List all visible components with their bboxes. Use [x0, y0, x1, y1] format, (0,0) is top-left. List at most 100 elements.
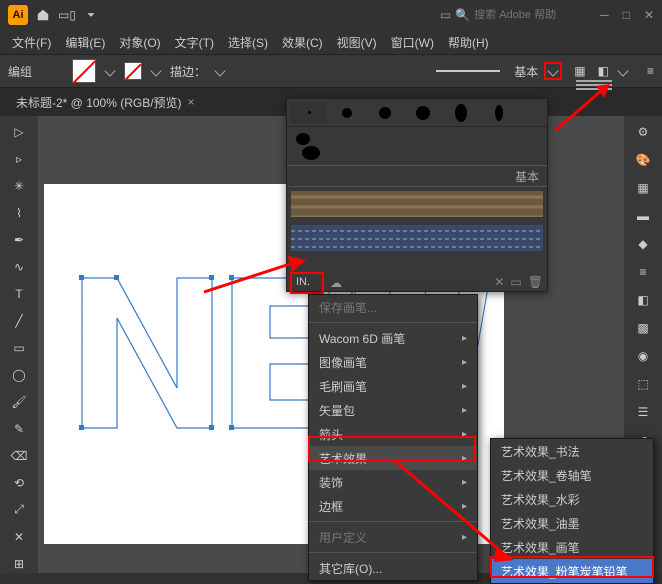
control-bar: 编组 描边： 基本 ▦ ◧ ≡ [0, 54, 662, 88]
selection-mode: 编组 [8, 63, 32, 80]
search-input[interactable] [474, 9, 584, 21]
brush-item[interactable] [291, 102, 327, 124]
submenu-chalk-charcoal-pencil[interactable]: 艺术效果_粉笔炭笔铅笔 [491, 559, 653, 583]
rotate-tool[interactable]: ⟲ [9, 473, 29, 492]
menu-bristle-brush[interactable]: 毛刷画笔▸ [309, 374, 477, 398]
menu-save-brush: 保存画笔... [309, 295, 477, 319]
swatches-panel-icon[interactable]: ▦ [633, 178, 653, 198]
scale-tool[interactable]: ⤢ [9, 500, 29, 519]
paintbrush-tool[interactable]: 🖌 [9, 392, 29, 411]
lasso-tool[interactable]: ⌇ [9, 203, 29, 222]
color-panel-icon[interactable]: 🎨 [633, 150, 653, 170]
submenu-calligraphic[interactable]: 艺术效果_书法 [491, 439, 653, 463]
document-tab[interactable]: 未标题-2* @ 100% (RGB/预览) × [8, 88, 203, 116]
search-icon[interactable]: 🔍 [455, 8, 470, 22]
stroke-weight-dropdown-icon[interactable] [214, 65, 225, 76]
maximize-button[interactable]: □ [623, 8, 630, 22]
menu-file[interactable]: 文件(F) [6, 32, 57, 53]
brush-item[interactable] [287, 127, 547, 165]
brush-delete-icon[interactable]: 🗑 [528, 275, 543, 289]
opacity-icon[interactable]: ▦ [574, 64, 585, 78]
brush-new-icon[interactable]: ✕ [494, 275, 504, 289]
brush-dropdown-button[interactable] [544, 62, 562, 80]
menu-view[interactable]: 视图(V) [331, 32, 383, 53]
brush-pattern-1[interactable] [287, 187, 547, 221]
stroke-dropdown-icon[interactable] [150, 65, 161, 76]
symbols-panel-icon[interactable]: ◆ [633, 234, 653, 254]
minimize-button[interactable]: ─ [600, 8, 609, 22]
brush-item[interactable] [443, 102, 479, 124]
submenu-watercolor[interactable]: 艺术效果_水彩 [491, 487, 653, 511]
menu-artistic[interactable]: 艺术效果▸ [309, 446, 477, 470]
transparency-panel-icon[interactable]: ▩ [633, 318, 653, 338]
close-button[interactable]: ✕ [644, 8, 654, 22]
menu-borders[interactable]: 边框▸ [309, 494, 477, 518]
menu-select[interactable]: 选择(S) [222, 32, 274, 53]
brush-item[interactable] [405, 102, 441, 124]
fill-swatch[interactable] [72, 59, 96, 83]
brushes-panel-icon[interactable]: ▬ [633, 206, 653, 226]
align-icon[interactable]: ≡ [647, 64, 654, 78]
pen-tool[interactable]: ✒ [9, 230, 29, 249]
ellipse-tool[interactable]: ◯ [9, 365, 29, 384]
menu-type[interactable]: 文字(T) [169, 32, 220, 53]
menu-arrows[interactable]: 箭头▸ [309, 422, 477, 446]
brush-pattern-2[interactable] [287, 221, 547, 255]
menu-image-brush[interactable]: 图像画笔▸ [309, 350, 477, 374]
arrange-icon[interactable]: ▭▯ [58, 8, 76, 22]
menu-help[interactable]: 帮助(H) [442, 32, 495, 53]
brush-libraries-menu: 保存画笔... Wacom 6D 画笔▸ 图像画笔▸ 毛刷画笔▸ 矢量包▸ 箭头… [308, 294, 478, 581]
direct-selection-tool[interactable]: ▹ [9, 149, 29, 168]
brush-options-icon[interactable]: ▭ [510, 275, 521, 289]
menu-window[interactable]: 窗口(W) [385, 32, 440, 53]
submenu-paintbrush[interactable]: 艺术效果_画笔 [491, 535, 653, 559]
stroke-panel-icon[interactable]: ≡ [633, 262, 653, 282]
close-tab-icon[interactable]: × [188, 95, 195, 109]
tools-panel: ▷ ▹ ✳ ⌇ ✒ ∿ T ╱ ▭ ◯ 🖌 ✎ ⌫ ⟲ ⤢ ✕ ⊞ [0, 116, 38, 573]
line-tool[interactable]: ╱ [9, 311, 29, 330]
menu-edit[interactable]: 编辑(E) [59, 32, 111, 53]
menu-vector-pack[interactable]: 矢量包▸ [309, 398, 477, 422]
menu-object[interactable]: 对象(O) [113, 32, 166, 53]
gradient-panel-icon[interactable]: ◧ [633, 290, 653, 310]
layers-panel-icon[interactable]: ☰ [633, 402, 653, 422]
style-icon[interactable]: ◧ [598, 64, 609, 78]
panel-lines-icon [576, 80, 612, 90]
home-icon[interactable] [36, 8, 50, 22]
app-logo: Ai [8, 5, 28, 25]
brush-item[interactable] [329, 102, 365, 124]
brush-panel: 基本 ✕ ▭ 🗑 [286, 98, 548, 292]
appearance-panel-icon[interactable]: ◉ [633, 346, 653, 366]
brush-label: 基本 [514, 63, 538, 80]
menubar: 文件(F) 编辑(E) 对象(O) 文字(T) 选择(S) 效果(C) 视图(V… [0, 30, 662, 54]
curvature-tool[interactable]: ∿ [9, 257, 29, 276]
submenu-ink[interactable]: 艺术效果_油墨 [491, 511, 653, 535]
selection-tool[interactable]: ▷ [9, 122, 29, 141]
stroke-swatch[interactable] [124, 62, 142, 80]
eraser-tool[interactable]: ⌫ [9, 446, 29, 465]
type-tool[interactable]: T [9, 284, 29, 303]
magic-wand-tool[interactable]: ✳ [9, 176, 29, 195]
style-dropdown-icon[interactable] [617, 65, 628, 76]
menu-effect[interactable]: 效果(C) [276, 32, 329, 53]
menu-other-library[interactable]: 其它库(O)... [309, 556, 477, 580]
layout-icon[interactable]: ▭ [440, 8, 451, 22]
submenu-scroll-pen[interactable]: 艺术效果_卷轴笔 [491, 463, 653, 487]
free-transform-tool[interactable]: ⊞ [9, 554, 29, 573]
pencil-tool[interactable]: ✎ [9, 419, 29, 438]
brush-item[interactable] [367, 102, 403, 124]
menu-user-defined: 用户定义▸ [309, 525, 477, 549]
brush-basic-row[interactable]: 基本 [287, 165, 547, 187]
rectangle-tool[interactable]: ▭ [9, 338, 29, 357]
brush-lib-icon[interactable]: ☁ [330, 276, 342, 290]
chevron-down-icon[interactable] [84, 8, 98, 22]
properties-icon[interactable]: ⚙ [633, 122, 653, 142]
width-tool[interactable]: ✕ [9, 527, 29, 546]
tab-title: 未标题-2* @ 100% (RGB/预览) [16, 94, 182, 111]
menu-decorative[interactable]: 装饰▸ [309, 470, 477, 494]
menu-wacom[interactable]: Wacom 6D 画笔▸ [309, 326, 477, 350]
brush-preview[interactable] [428, 63, 508, 79]
graphic-styles-icon[interactable]: ⬚ [633, 374, 653, 394]
fill-dropdown-icon[interactable] [104, 65, 115, 76]
brush-item[interactable] [481, 102, 517, 124]
